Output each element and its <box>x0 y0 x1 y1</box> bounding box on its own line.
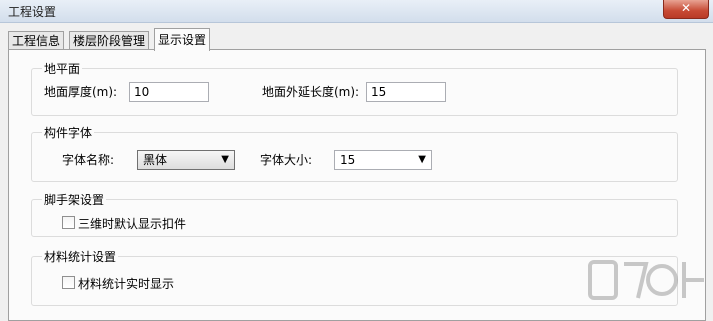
font-size-value: 15 <box>340 153 356 167</box>
material-realtime-label: 材料统计实时显示 <box>78 277 175 291</box>
window-titlebar: 工程设置 ✕ <box>0 0 713 23</box>
ground-plane-group: 地平面 地面厚度(m): 地面外延长度(m): <box>31 60 678 116</box>
tab-project-info[interactable]: 工程信息 <box>8 31 65 50</box>
close-button[interactable]: ✕ <box>663 0 709 19</box>
ground-extension-label: 地面外延长度(m): <box>262 85 360 99</box>
chevron-down-icon: ▼ <box>418 154 426 165</box>
tab-floor-stage-management[interactable]: 楼层阶段管理 <box>69 31 150 50</box>
chevron-down-icon: ▼ <box>221 154 229 165</box>
font-name-value: 黑体 <box>143 153 168 167</box>
font-size-select[interactable]: 15 ▼ <box>334 150 432 170</box>
ground-plane-title: 地平面 <box>42 60 83 77</box>
download-site-watermark-icon <box>588 256 708 306</box>
window-title: 工程设置 <box>8 5 57 19</box>
scaffold-fastener-label: 三维时默认显示扣件 <box>78 217 187 231</box>
material-stats-group: 材料统计设置 材料统计实时显示 <box>31 248 678 306</box>
font-size-label: 字体大小: <box>260 153 313 167</box>
material-realtime-checkbox[interactable] <box>62 276 75 289</box>
scaffold-fastener-checkbox[interactable] <box>62 216 75 229</box>
font-name-select[interactable]: 黑体 ▼ <box>137 150 235 170</box>
close-icon: ✕ <box>680 1 692 15</box>
component-font-group: 构件字体 字体名称: 黑体 ▼ 字体大小: 15 ▼ <box>31 124 678 182</box>
ground-thickness-input[interactable] <box>129 82 209 102</box>
font-name-label: 字体名称: <box>62 153 115 167</box>
scaffold-settings-title: 脚手架设置 <box>42 191 107 208</box>
ground-extension-input[interactable] <box>366 82 446 102</box>
ground-thickness-label: 地面厚度(m): <box>44 85 118 99</box>
watermark-graphic <box>588 260 704 300</box>
component-font-title: 构件字体 <box>42 124 95 141</box>
tab-display-settings[interactable]: 显示设置 <box>154 28 211 51</box>
scaffold-settings-group: 脚手架设置 三维时默认显示扣件 <box>31 191 678 237</box>
material-stats-title: 材料统计设置 <box>42 248 119 265</box>
